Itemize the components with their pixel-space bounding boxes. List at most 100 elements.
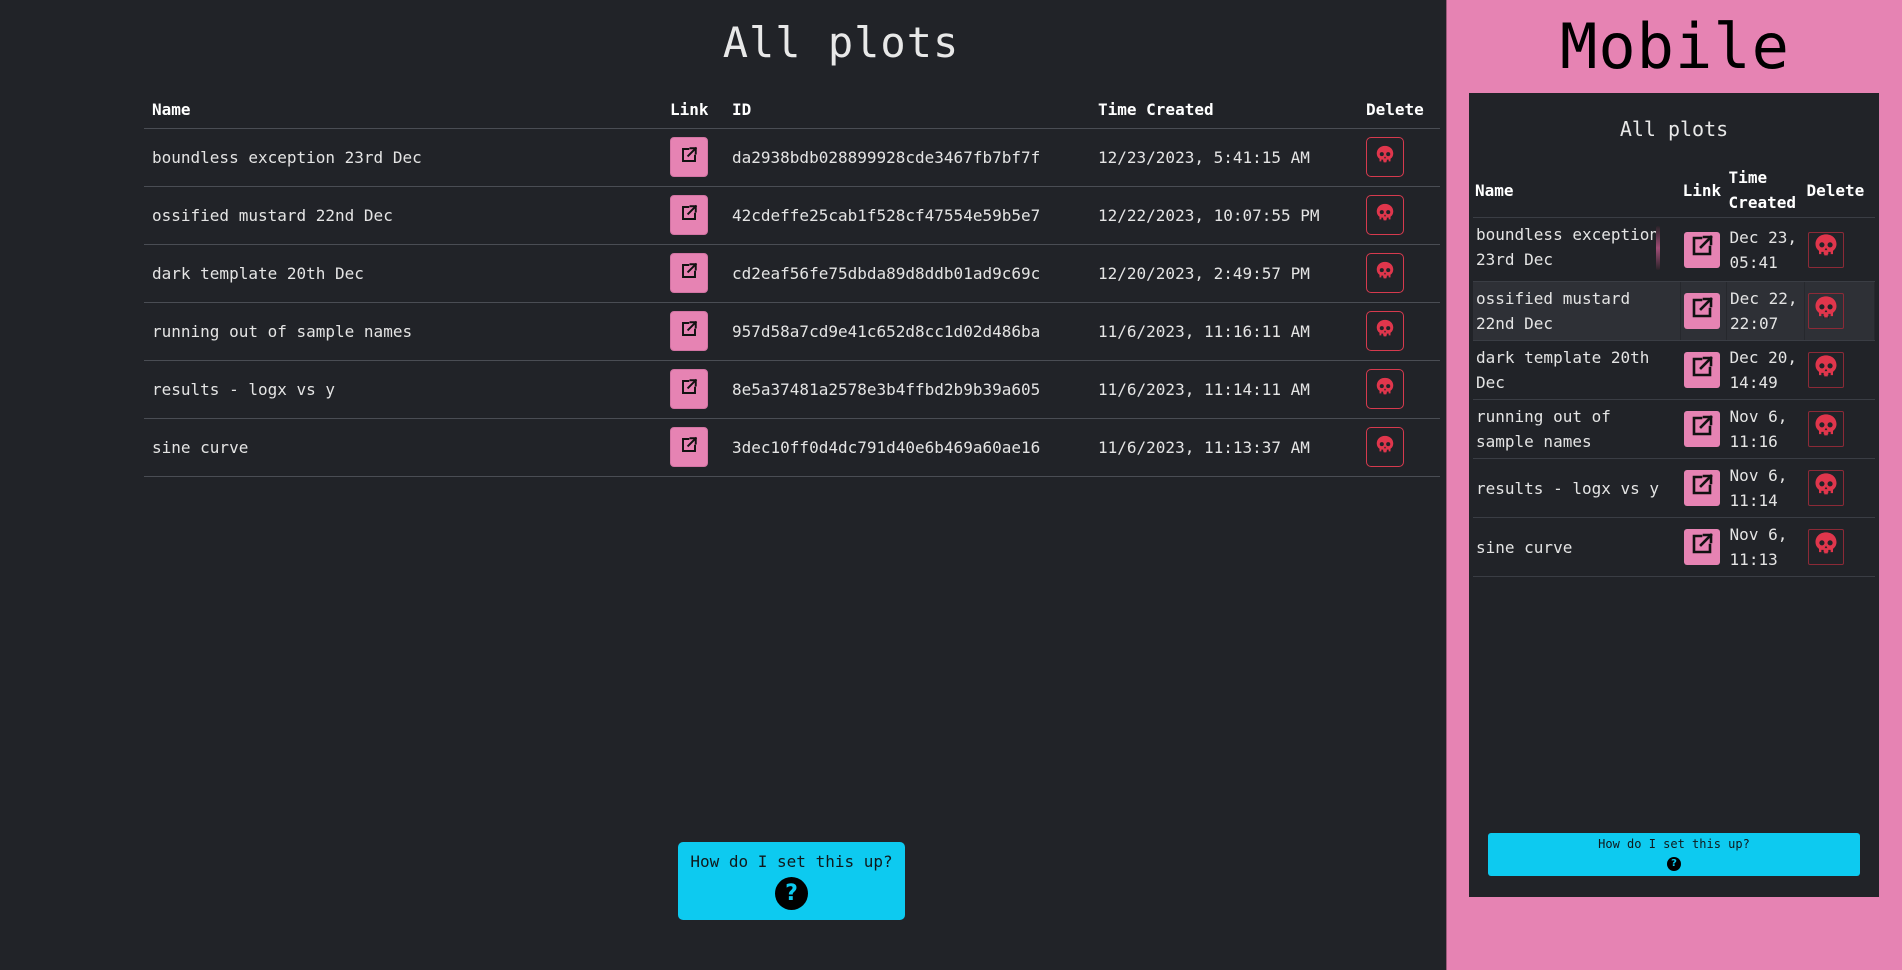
time-created: 11/6/2023, 11:13:37 AM <box>1090 418 1358 477</box>
column-header-time-created: Time Created <box>1090 92 1358 129</box>
external-link-icon <box>680 204 698 226</box>
external-link-icon <box>1690 355 1714 386</box>
mobile-plot-name: ossified mustard 22nd Dec <box>1476 289 1631 333</box>
plot-name: results - logx vs y <box>144 360 662 419</box>
delete-plot-button[interactable] <box>1366 311 1404 351</box>
mobile-name-cell: sine curve <box>1473 517 1681 577</box>
open-plot-link-button[interactable] <box>670 311 708 351</box>
help-setup-button[interactable]: How do I set this up? ? <box>678 842 905 920</box>
mobile-column-header-name: Name <box>1473 163 1681 218</box>
mobile-link-cell <box>1680 458 1727 518</box>
delete-plot-button[interactable] <box>1366 427 1404 467</box>
mobile-open-plot-link-button[interactable] <box>1683 470 1720 506</box>
skull-icon <box>1812 412 1840 447</box>
mobile-delete-plot-button[interactable] <box>1807 231 1844 268</box>
delete-cell <box>1358 360 1440 419</box>
skull-icon <box>1374 434 1396 460</box>
time-created: 11/6/2023, 11:16:11 AM <box>1090 302 1358 361</box>
time-created: 12/23/2023, 5:41:15 AM <box>1090 128 1358 187</box>
mobile-delete-plot-button[interactable] <box>1807 411 1844 447</box>
mobile-help-setup-button[interactable]: How do I set this up? ? <box>1488 833 1860 876</box>
open-plot-link-button[interactable] <box>670 369 708 409</box>
delete-plot-button[interactable] <box>1366 195 1404 235</box>
mobile-open-plot-link-button[interactable] <box>1683 529 1720 565</box>
mobile-delete-cell <box>1804 340 1875 400</box>
plot-name: ossified mustard 22nd Dec <box>144 186 662 245</box>
open-plot-link-button[interactable] <box>670 427 708 467</box>
delete-plot-button[interactable] <box>1366 137 1404 177</box>
plots-table: Name Link ID Time Created Delete boundle… <box>144 92 1440 477</box>
skull-icon <box>1812 232 1840 267</box>
mobile-frame: All plots Name Link Time Created Delete … <box>1469 93 1879 897</box>
link-cell <box>662 360 724 419</box>
external-link-icon <box>680 378 698 400</box>
skull-icon <box>1812 530 1840 565</box>
mobile-table-row: boundless exception 23rd Dec Dec 23, 05:… <box>1473 217 1875 282</box>
delete-cell <box>1358 244 1440 303</box>
external-link-icon <box>680 436 698 458</box>
table-row: boundless exception 23rd Dec da2938bdb02… <box>144 128 1440 187</box>
mobile-time-created: Dec 22, 22:07 <box>1726 281 1806 341</box>
mobile-plot-name: results - logx vs y <box>1476 478 1660 498</box>
mobile-name-cell: boundless exception 23rd Dec <box>1473 217 1681 282</box>
mobile-plot-name: running out of sample names <box>1476 407 1611 451</box>
mobile-table-row: dark template 20th Dec Dec 20, 14:49 <box>1473 340 1875 400</box>
external-link-icon <box>1690 473 1714 504</box>
mobile-delete-plot-button[interactable] <box>1807 470 1844 506</box>
mobile-open-plot-link-button[interactable] <box>1683 411 1720 447</box>
mobile-delete-cell <box>1804 517 1875 577</box>
mobile-name-cell: dark template 20th Dec <box>1473 340 1681 400</box>
mobile-table-row: running out of sample names Nov 6, 11:16 <box>1473 399 1875 459</box>
time-created: 12/22/2023, 10:07:55 PM <box>1090 186 1358 245</box>
link-cell <box>662 128 724 187</box>
plot-id: da2938bdb028899928cde3467fb7bf7f <box>724 128 1090 187</box>
mobile-name-cell: results - logx vs y <box>1473 458 1681 518</box>
mobile-delete-plot-button[interactable] <box>1808 293 1845 329</box>
link-cell <box>662 186 724 245</box>
mobile-link-cell <box>1680 217 1727 282</box>
plot-id: 42cdeffe25cab1f528cf47554e59b5e7 <box>724 186 1090 245</box>
mobile-plots-table: Name Link Time Created Delete boundless … <box>1473 163 1875 577</box>
mobile-name-cell: ossified mustard 22nd Dec <box>1473 281 1682 341</box>
delete-cell <box>1358 128 1440 187</box>
external-link-icon <box>1690 414 1714 445</box>
delete-plot-button[interactable] <box>1366 253 1404 293</box>
mobile-table-row: sine curve Nov 6, 11:13 <box>1473 517 1875 577</box>
desktop-view: All plots Name Link ID Time Created Dele… <box>0 0 1446 970</box>
plot-id: cd2eaf56fe75dbda89d8ddb01ad9c69c <box>724 244 1090 303</box>
mobile-open-plot-link-button[interactable] <box>1684 293 1721 329</box>
delete-plot-button[interactable] <box>1366 369 1404 409</box>
skull-icon <box>1374 376 1396 402</box>
table-row: sine curve 3dec10ff0d4dc791d40e6b469a60a… <box>144 418 1440 477</box>
plot-id: 957d58a7cd9e41c652d8cc1d02d486ba <box>724 302 1090 361</box>
page-title: All plots <box>722 18 960 67</box>
external-link-icon <box>1690 296 1714 327</box>
mobile-time-created: Nov 6, 11:14 <box>1726 458 1805 518</box>
mobile-open-plot-link-button[interactable] <box>1683 352 1720 388</box>
table-row: running out of sample names 957d58a7cd9e… <box>144 302 1440 361</box>
link-cell <box>662 302 724 361</box>
mobile-open-plot-link-button[interactable] <box>1683 231 1720 268</box>
plot-name: sine curve <box>144 418 662 477</box>
mobile-delete-plot-button[interactable] <box>1807 352 1844 388</box>
mobile-time-created: Dec 20, 14:49 <box>1726 340 1805 400</box>
mobile-time-created: Nov 6, 11:13 <box>1726 517 1805 577</box>
plot-name: running out of sample names <box>144 302 662 361</box>
open-plot-link-button[interactable] <box>670 253 708 293</box>
link-cell <box>662 418 724 477</box>
cell-scrollbar[interactable] <box>1655 226 1660 270</box>
open-plot-link-button[interactable] <box>670 195 708 235</box>
delete-cell <box>1358 302 1440 361</box>
mobile-column-header-link: Link <box>1680 163 1727 218</box>
skull-icon <box>1374 202 1396 228</box>
mobile-plot-name: sine curve <box>1476 537 1573 557</box>
open-plot-link-button[interactable] <box>670 137 708 177</box>
mobile-table-row: ossified mustard 22nd Dec Dec 22, 22:07 <box>1473 281 1875 341</box>
mobile-page-title: All plots <box>1619 117 1729 141</box>
column-header-name: Name <box>144 92 662 129</box>
mobile-delete-cell <box>1804 217 1875 282</box>
mobile-delete-plot-button[interactable] <box>1807 529 1844 565</box>
mobile-preview-panel: Mobile All plots Name Link Time Created … <box>1446 0 1902 970</box>
mobile-delete-cell <box>1804 281 1875 341</box>
plot-id: 3dec10ff0d4dc791d40e6b469a60ae16 <box>724 418 1090 477</box>
